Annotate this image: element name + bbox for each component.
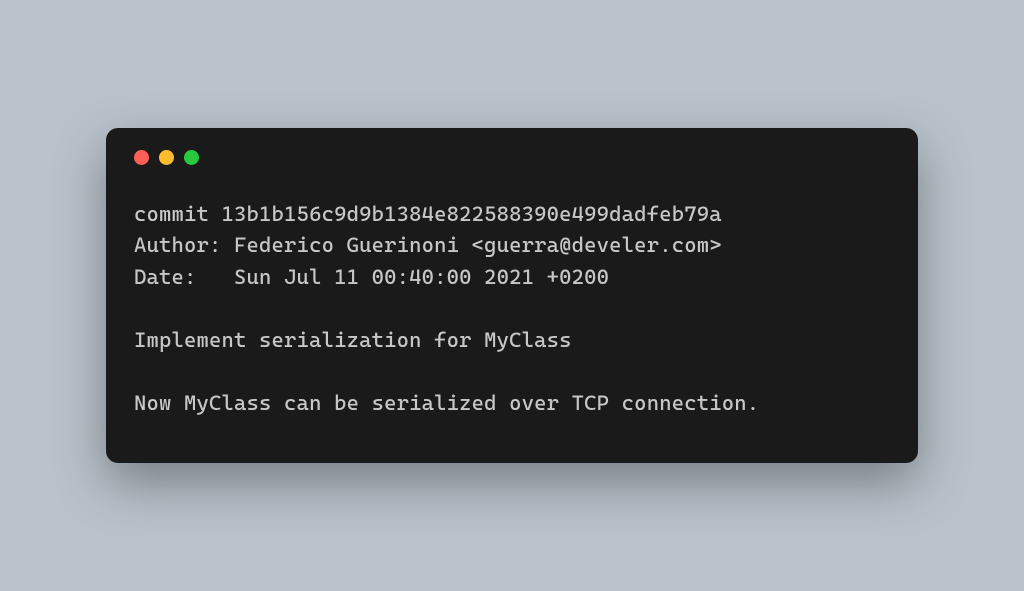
output-line: Implement serialization for MyClass bbox=[134, 328, 572, 352]
output-line: Now MyClass can be serialized over TCP c… bbox=[134, 391, 759, 415]
output-line: Date: Sun Jul 11 00:40:00 2021 +0200 bbox=[134, 265, 609, 289]
output-line: commit 13b1b156c9d9b1384e822588390e499da… bbox=[134, 202, 722, 226]
minimize-icon[interactable] bbox=[159, 150, 174, 165]
terminal-output: commit 13b1b156c9d9b1384e822588390e499da… bbox=[134, 199, 890, 420]
terminal-window: commit 13b1b156c9d9b1384e822588390e499da… bbox=[106, 128, 918, 464]
window-controls bbox=[134, 150, 890, 165]
zoom-icon[interactable] bbox=[184, 150, 199, 165]
output-line: Author: Federico Guerinoni <guerra@devel… bbox=[134, 233, 722, 257]
close-icon[interactable] bbox=[134, 150, 149, 165]
